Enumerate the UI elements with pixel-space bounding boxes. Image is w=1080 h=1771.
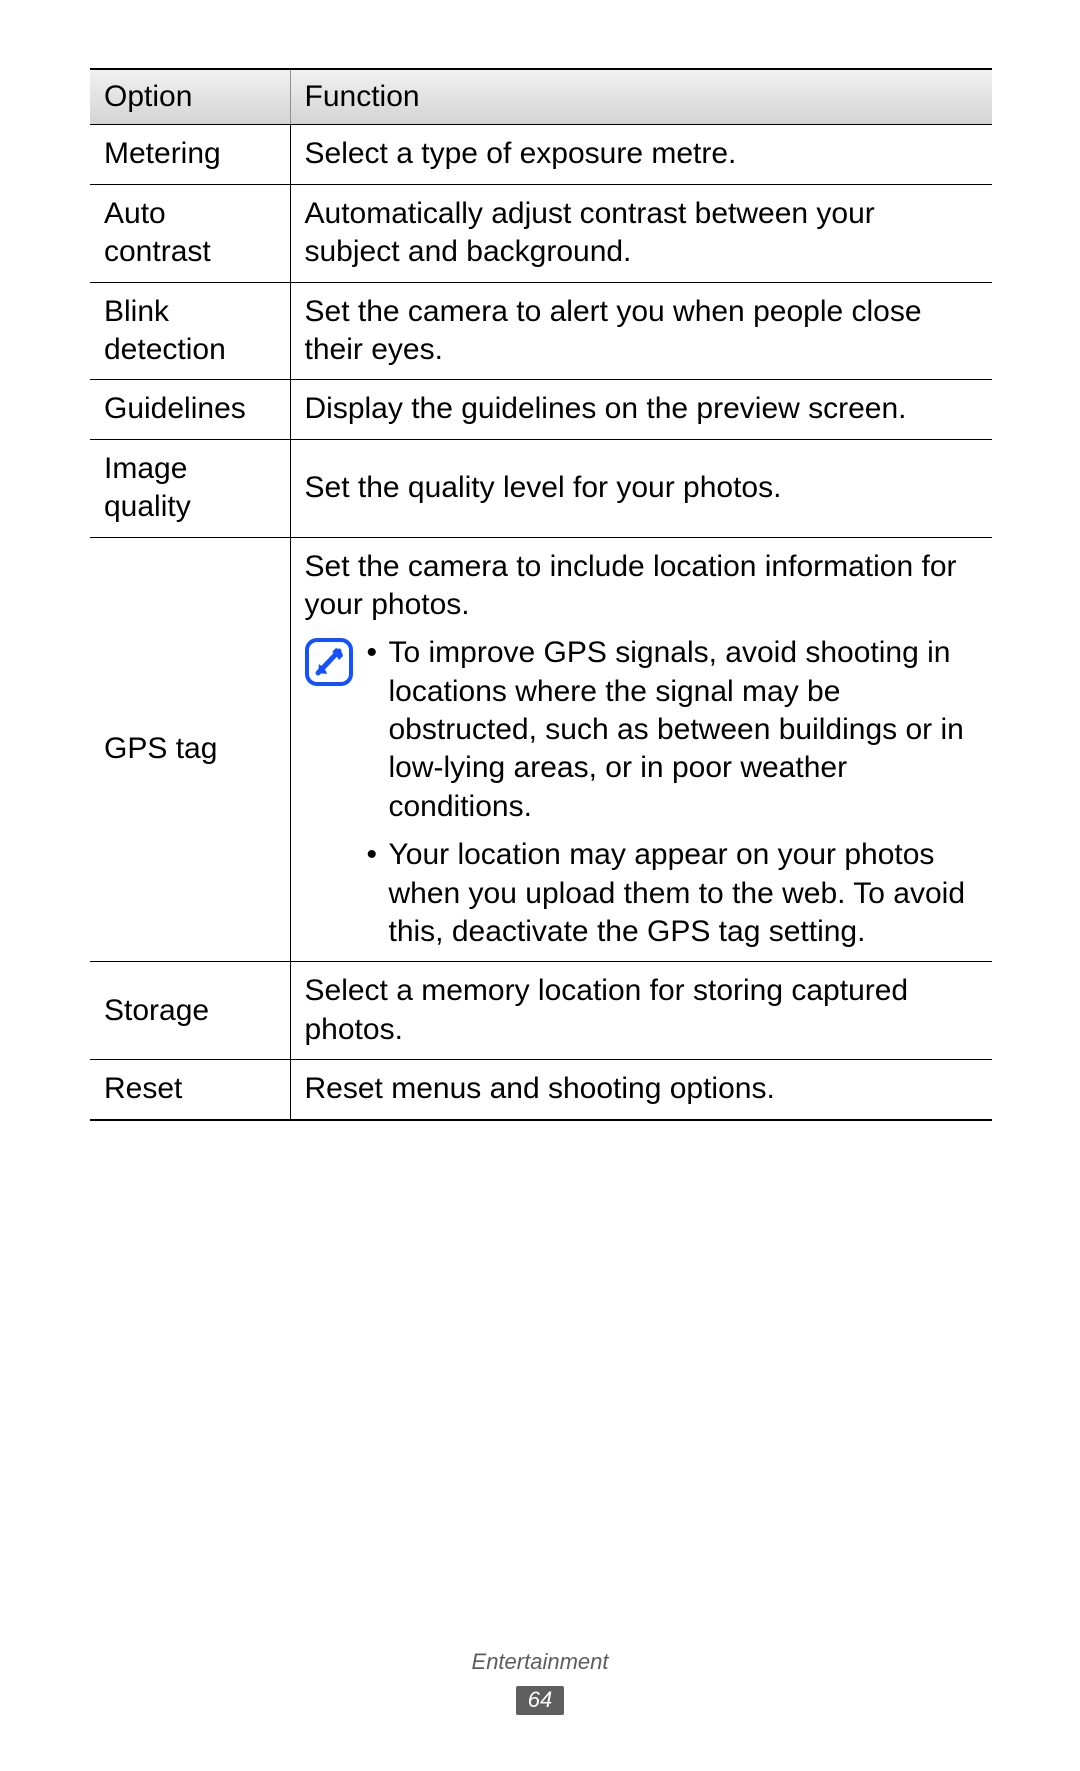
function-cell: Automatically adjust contrast between yo… xyxy=(290,184,992,282)
note-list: To improve GPS signals, avoid shooting i… xyxy=(367,634,979,951)
table-row: Auto contrast Automatically adjust contr… xyxy=(90,184,992,282)
function-cell: Reset menus and shooting options. xyxy=(290,1060,992,1120)
function-cell: Display the guidelines on the preview sc… xyxy=(290,380,992,439)
table-row: Metering Select a type of exposure metre… xyxy=(90,125,992,184)
function-cell: Select a memory location for storing cap… xyxy=(290,962,992,1060)
option-cell: GPS tag xyxy=(90,537,290,962)
column-header-function: Function xyxy=(290,69,992,125)
table-row: Guidelines Display the guidelines on the… xyxy=(90,380,992,439)
note-item: Your location may appear on your photos … xyxy=(367,836,979,951)
page-content: Option Function Metering Select a type o… xyxy=(0,0,1080,1121)
page-number-badge: 64 xyxy=(516,1686,564,1715)
column-header-option: Option xyxy=(90,69,290,125)
page-footer: Entertainment 64 xyxy=(0,1649,1080,1715)
table-header-row: Option Function xyxy=(90,69,992,125)
table-row: Image quality Set the quality level for … xyxy=(90,439,992,537)
note-block: To improve GPS signals, avoid shooting i… xyxy=(305,634,979,951)
table-row: Reset Reset menus and shooting options. xyxy=(90,1060,992,1120)
option-cell: Image quality xyxy=(90,439,290,537)
option-cell: Reset xyxy=(90,1060,290,1120)
table-row: GPS tag Set the camera to include locati… xyxy=(90,537,992,962)
function-cell: Set the quality level for your photos. xyxy=(290,439,992,537)
option-cell: Guidelines xyxy=(90,380,290,439)
table-row: Blink detection Set the camera to alert … xyxy=(90,282,992,380)
note-icon xyxy=(305,638,353,686)
section-title: Entertainment xyxy=(0,1649,1080,1675)
function-cell: Set the camera to include location infor… xyxy=(290,537,992,962)
table-row: Storage Select a memory location for sto… xyxy=(90,962,992,1060)
option-cell: Blink detection xyxy=(90,282,290,380)
option-cell: Auto contrast xyxy=(90,184,290,282)
gps-intro-text: Set the camera to include location infor… xyxy=(305,548,979,625)
option-cell: Metering xyxy=(90,125,290,184)
option-cell: Storage xyxy=(90,962,290,1060)
note-item: To improve GPS signals, avoid shooting i… xyxy=(367,634,979,826)
function-cell: Select a type of exposure metre. xyxy=(290,125,992,184)
function-cell: Set the camera to alert you when people … xyxy=(290,282,992,380)
options-table: Option Function Metering Select a type o… xyxy=(90,68,992,1121)
